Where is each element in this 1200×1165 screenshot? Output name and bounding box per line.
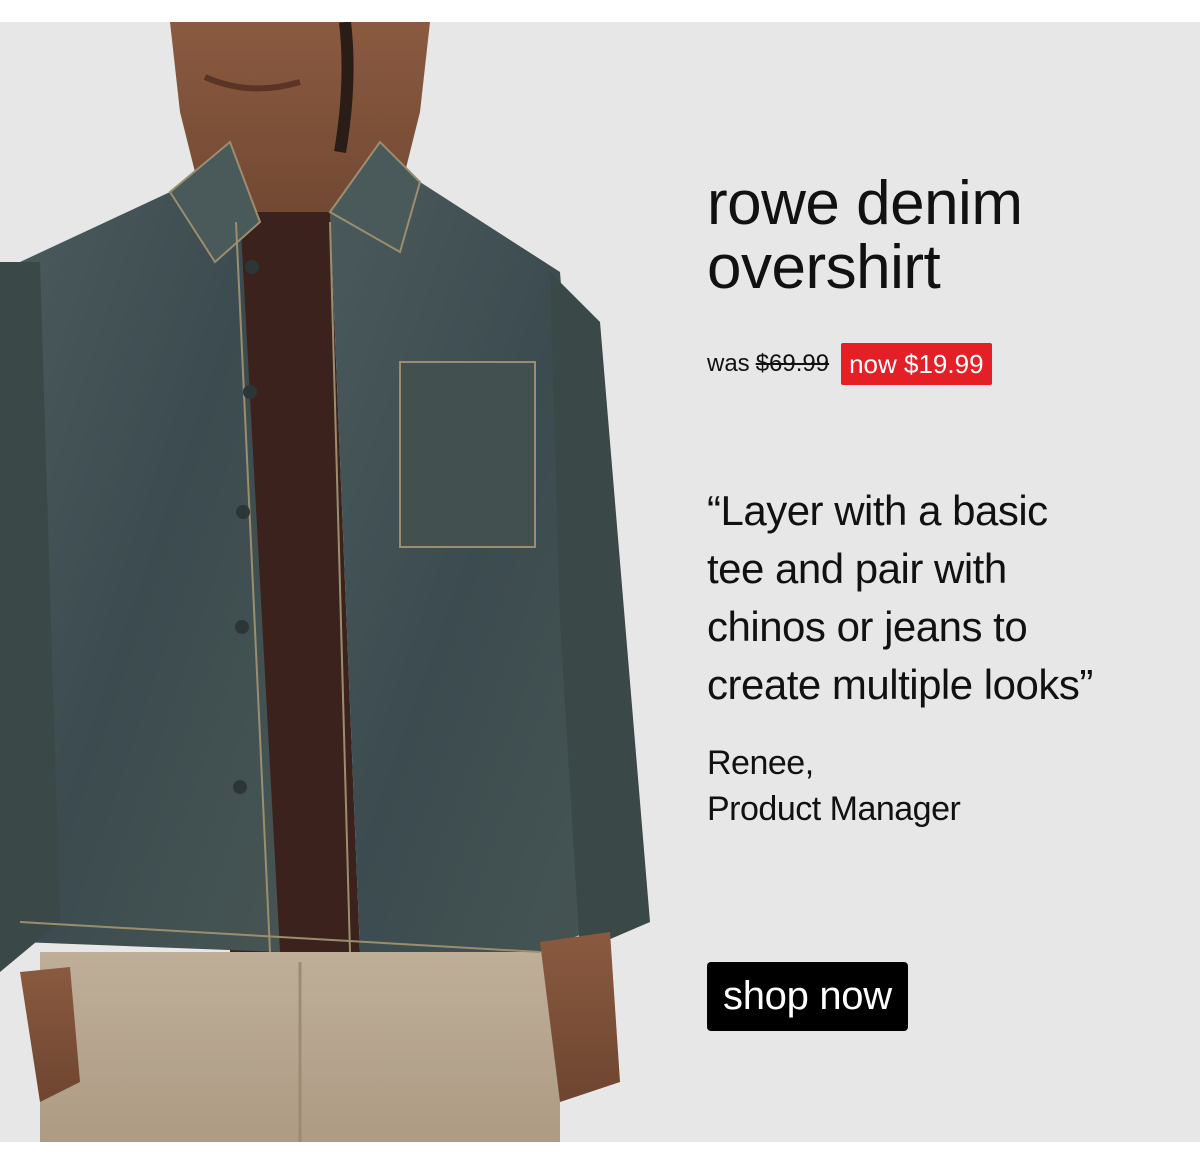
product-title-line: overshirt: [707, 233, 941, 302]
product-title-line: rowe denim: [707, 169, 1023, 238]
was-label: was: [707, 350, 750, 377]
product-photo[interactable]: [0, 22, 700, 1142]
price-row: was $69.99 now $19.99: [707, 342, 992, 386]
quote-line: chinos or jeans to: [707, 603, 1028, 650]
quote-line: tee and pair with: [707, 545, 1007, 592]
product-promo-card: rowe denim overshirt was $69.99 now $19.…: [0, 22, 1200, 1142]
shop-now-button[interactable]: shop now: [707, 962, 908, 1031]
testimonial-author: Renee, Product Manager: [707, 740, 961, 832]
testimonial-quote: “Layer with a basic tee and pair with ch…: [707, 482, 1167, 714]
quote-line: create multiple looks”: [707, 661, 1093, 708]
product-title: rowe denim overshirt: [707, 172, 1177, 300]
original-price: $69.99: [755, 350, 830, 377]
author-name: Renee,: [707, 744, 814, 782]
sale-price-badge: now $19.99: [841, 343, 992, 385]
quote-line: “Layer with a basic: [707, 487, 1048, 534]
author-role: Product Manager: [707, 790, 961, 828]
